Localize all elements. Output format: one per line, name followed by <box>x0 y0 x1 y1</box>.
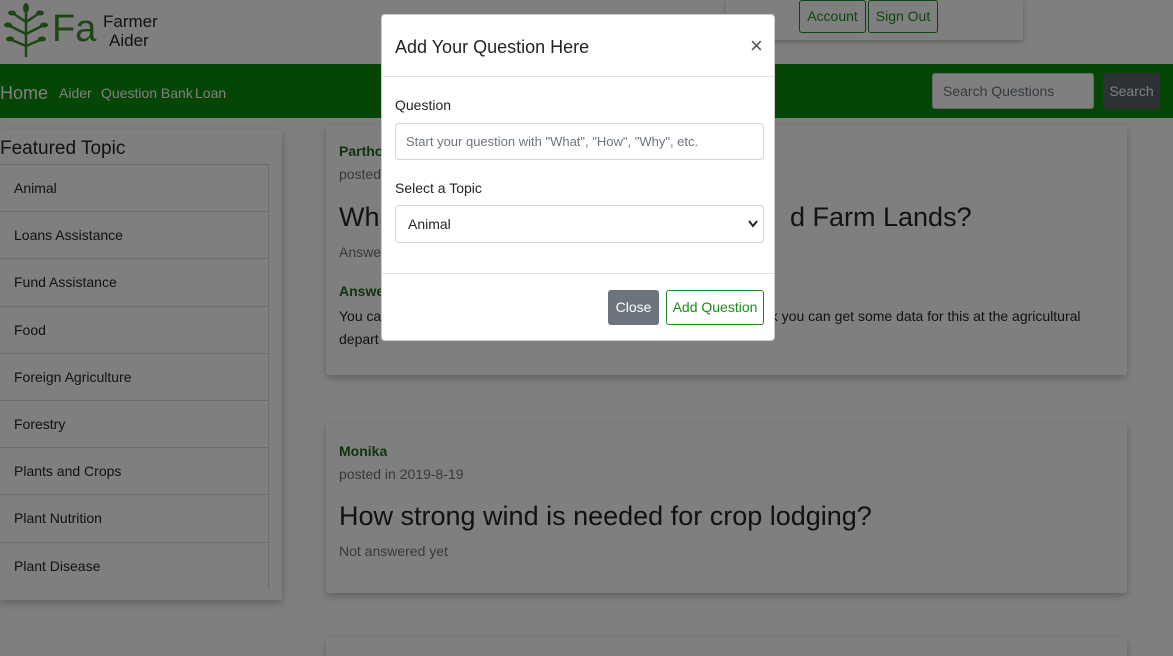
topic-label: Select a Topic <box>395 180 482 196</box>
close-button[interactable]: Close <box>608 290 659 325</box>
chevron-down-icon <box>748 220 758 228</box>
question-input[interactable]: Start your question with "What", "How", … <box>395 123 764 160</box>
question-label: Question <box>395 97 452 113</box>
modal-footer-divider <box>382 273 774 274</box>
add-question-button[interactable]: Add Question <box>666 290 764 325</box>
topic-selected-value: Animal <box>408 216 451 232</box>
add-question-modal: Add Your Question Here × Question Start … <box>381 14 775 341</box>
close-icon[interactable]: × <box>750 33 763 59</box>
topic-select[interactable]: Animal <box>395 205 764 243</box>
modal-title: Add Your Question Here <box>395 37 590 57</box>
modal-header-divider <box>382 76 774 77</box>
